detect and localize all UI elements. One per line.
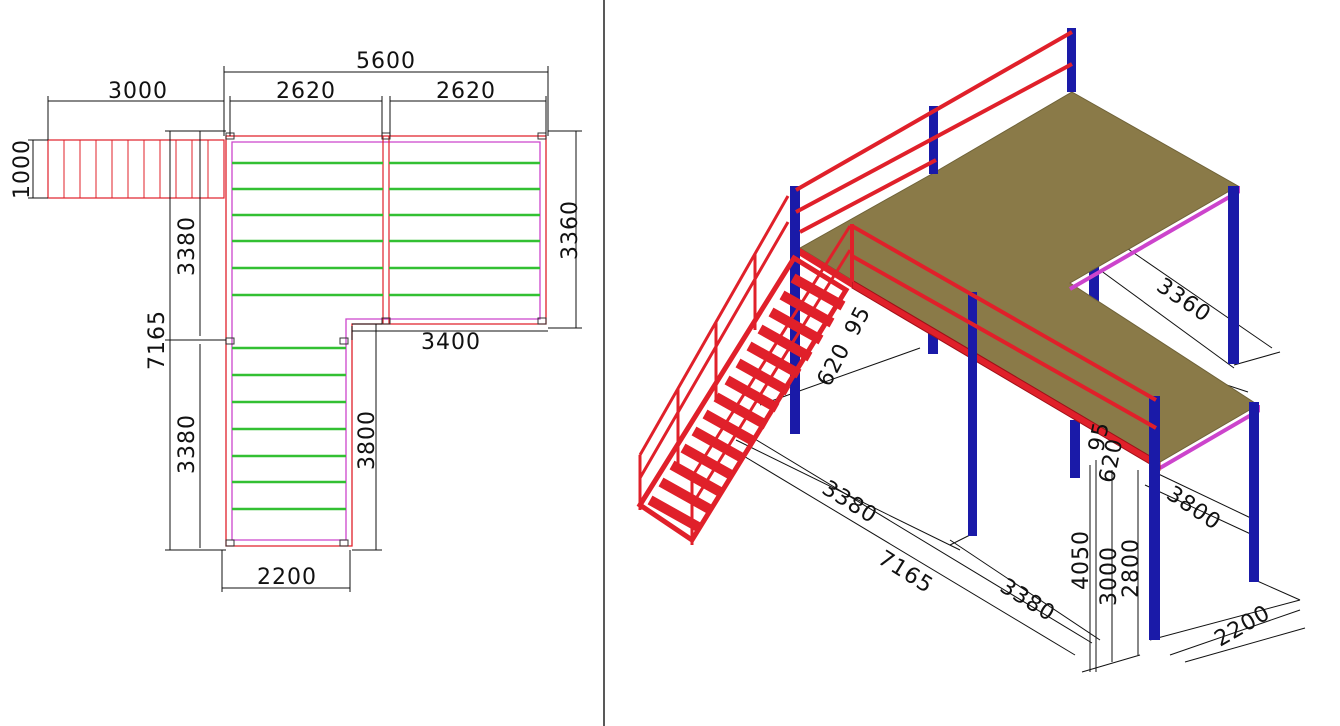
plan-joists — [232, 161, 540, 511]
mezzanine-drawing: 5600 3000 2620 2620 1000 3360 3380 7165 … — [10, 0, 1306, 726]
iso-dim-height-total: 4050 — [1069, 530, 1094, 590]
dim-left-upper: 3380 — [175, 216, 200, 276]
iso-dim-bottom-segment: 3380 — [995, 574, 1059, 627]
dim-lower-width: 2200 — [257, 565, 317, 590]
plan-view: 5600 3000 2620 2620 1000 3360 3380 7165 … — [10, 49, 583, 592]
iso-dim-left-segment: 3380 — [817, 476, 881, 529]
dim-lower-depth: 3800 — [355, 410, 380, 470]
dim-stair-width: 1000 — [10, 139, 35, 199]
plan-stair — [47, 139, 225, 199]
iso-dim-right-depth: 3360 — [1152, 273, 1216, 327]
dim-bay-1-width: 2620 — [276, 79, 336, 104]
plan-platform — [225, 132, 547, 547]
dim-left-total: 7165 — [145, 310, 170, 370]
plan-dimension-lines — [28, 66, 582, 592]
iso-dim-end-width: 2200 — [1211, 601, 1275, 653]
iso-view: 3360 95 620 3380 7165 3380 95 620 3800 2… — [636, 28, 1306, 673]
dim-overall-width: 5600 — [356, 49, 416, 74]
dim-left-lower: 3380 — [175, 414, 200, 474]
iso-dim-height-deck: 2800 — [1119, 538, 1144, 598]
iso-dim-top-gap: 95 — [840, 302, 876, 340]
iso-dim-total-length: 7165 — [873, 546, 937, 599]
iso-dim-stair-offset: 620 — [813, 339, 856, 390]
iso-dim-end-depth: 3800 — [1162, 481, 1226, 535]
dim-stair-length: 3000 — [108, 79, 168, 104]
dim-upper-depth: 3360 — [558, 200, 583, 260]
dim-notch-width: 3400 — [421, 330, 481, 355]
dim-bay-2-width: 2620 — [436, 79, 496, 104]
